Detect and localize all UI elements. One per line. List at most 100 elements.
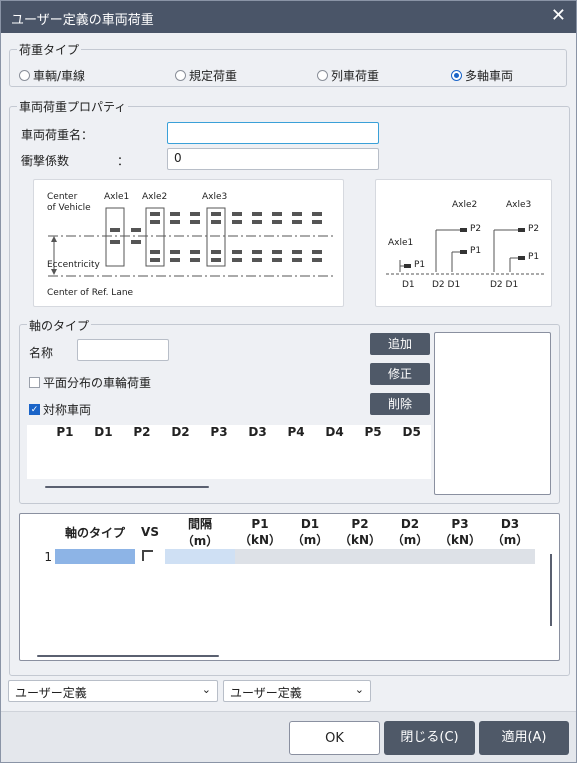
vehicle-plan-diagram: Center of Vehicle Axle1 Axle2 Axle3 Ecce… bbox=[33, 179, 344, 307]
chevron-down-icon: ⌄ bbox=[354, 683, 364, 696]
radio-train-load[interactable]: 列車荷重 bbox=[317, 67, 379, 84]
checkbox-box-checked: ✓ bbox=[29, 404, 40, 415]
axle-type-legend: 軸のタイプ bbox=[27, 317, 92, 334]
radio-label: 列車荷重 bbox=[331, 69, 380, 83]
vehicle-name-input[interactable] bbox=[167, 122, 379, 144]
modify-button[interactable]: 修正 bbox=[370, 363, 430, 385]
checkbox-box bbox=[29, 377, 40, 388]
axle-name-input[interactable] bbox=[77, 339, 169, 361]
axle1-label: Axle1 bbox=[104, 192, 130, 202]
col-d2: D2 （m） bbox=[391, 516, 429, 547]
axle3-label-right: Axle3 bbox=[506, 200, 532, 210]
axle-elevation-diagram: Axle1 Axle2 Axle3 P1 P2 P1 P2 P1 D1 D2 D… bbox=[375, 179, 552, 307]
unit-select-2[interactable]: ユーザー定義 ⌄ bbox=[223, 680, 371, 702]
col-header: P3 bbox=[210, 425, 228, 439]
vs-checkbox[interactable] bbox=[142, 550, 153, 561]
center-of-lane-label: Center of Ref. Lane bbox=[47, 288, 134, 298]
delete-button[interactable]: 削除 bbox=[370, 393, 430, 415]
axle2-label: Axle2 bbox=[142, 192, 168, 202]
p2-label-b: P2 bbox=[470, 224, 482, 234]
axle1-label-right: Axle1 bbox=[388, 238, 414, 248]
select-value: ユーザー定義 bbox=[230, 686, 302, 700]
radio-dot bbox=[19, 70, 30, 81]
grid-corner bbox=[21, 515, 55, 549]
col-d3: D3 （m） bbox=[491, 516, 529, 547]
checkbox-label: 平面分布の車輪荷重 bbox=[43, 376, 152, 390]
close-button[interactable]: 閉じる(C) bbox=[384, 721, 475, 755]
radio-dot bbox=[175, 70, 186, 81]
radio-standard-load[interactable]: 規定荷重 bbox=[175, 67, 237, 84]
col-header: D1 bbox=[94, 425, 113, 439]
grid-cell-spacing[interactable] bbox=[165, 549, 235, 564]
unit-select-1[interactable]: ユーザー定義 ⌄ bbox=[8, 680, 218, 702]
col-header: P1 bbox=[56, 425, 74, 439]
chevron-down-icon: ⌄ bbox=[201, 683, 211, 696]
plane-distribution-checkbox[interactable]: 平面分布の車輪荷重 bbox=[29, 374, 151, 391]
col-header: P4 bbox=[287, 425, 305, 439]
axle-type-list[interactable] bbox=[434, 332, 551, 495]
apply-button[interactable]: 適用(A) bbox=[479, 721, 569, 755]
col-vs: VS bbox=[141, 525, 159, 539]
ok-button[interactable]: OK bbox=[289, 721, 380, 755]
load-type-legend: 荷重タイプ bbox=[17, 41, 82, 58]
grid-cell[interactable] bbox=[485, 549, 535, 564]
main-grid-vscroll[interactable] bbox=[550, 554, 552, 626]
col-p3: P3 （kN） bbox=[438, 516, 482, 547]
axle-grid-scrollbar[interactable] bbox=[45, 486, 209, 488]
checkbox-label: 対称車両 bbox=[43, 403, 92, 417]
window-title: ユーザー定義の車両荷重 bbox=[11, 13, 154, 28]
p1-label-a: P1 bbox=[414, 260, 426, 270]
grid-cell[interactable] bbox=[285, 549, 335, 564]
main-grid-header: 軸のタイプ VS 間隔 （m） P1 （kN） D1 （m） P2 （kN） D2 （m）… bbox=[21, 515, 535, 549]
col-header: D2 bbox=[171, 425, 190, 439]
grid-corner bbox=[27, 425, 46, 439]
grid-cell-vs[interactable] bbox=[135, 549, 165, 564]
eccentricity-label: Eccentricity bbox=[47, 260, 100, 270]
close-icon[interactable]: ✕ bbox=[551, 6, 566, 26]
impact-factor-label: 衝撃係数 bbox=[21, 154, 70, 168]
radio-label: 多軸車両 bbox=[465, 69, 514, 83]
axle-load-grid[interactable]: P1 D1 P2 D2 P3 D3 P4 D4 P5 D5 bbox=[27, 425, 431, 439]
grid-cell[interactable] bbox=[235, 549, 285, 564]
col-p2: P2 （kN） bbox=[338, 516, 382, 547]
grid-cell-axle-type[interactable] bbox=[55, 549, 135, 564]
grid-cell[interactable] bbox=[385, 549, 435, 564]
col-header: D5 bbox=[402, 425, 421, 439]
radio-label: 車輌/車線 bbox=[33, 69, 86, 83]
row-number: 1 bbox=[44, 549, 52, 564]
radio-multi-axle[interactable]: 多軸車両 bbox=[451, 67, 513, 84]
vehicle-axle-grid[interactable]: 軸のタイプ VS 間隔 （m） P1 （kN） D1 （m） P2 （kN） D2 （m）… bbox=[21, 515, 535, 564]
col-d1: D1 （m） bbox=[291, 516, 329, 547]
d2-d1-label-b: D2 D1 bbox=[490, 280, 519, 290]
dialog-window: ユーザー定義の車両荷重 ✕ 荷重タイプ 車輌/車線 規定荷重 列車荷重 多軸車両… bbox=[0, 0, 577, 763]
axle2-label-right: Axle2 bbox=[452, 200, 478, 210]
d1-label: D1 bbox=[402, 280, 415, 290]
grid-cell[interactable] bbox=[335, 549, 385, 564]
p1-label-c: P1 bbox=[528, 252, 540, 262]
axle-grid-header: P1 D1 P2 D2 P3 D3 P4 D4 P5 D5 bbox=[27, 425, 431, 439]
main-grid-hscroll[interactable] bbox=[37, 655, 219, 657]
add-button[interactable]: 追加 bbox=[370, 333, 430, 355]
vehicle-props-legend: 車両荷重プロパティ bbox=[17, 98, 129, 115]
col-axle-type: 軸のタイプ bbox=[64, 525, 125, 540]
axle-name-label: 名称 bbox=[29, 346, 54, 360]
p1-label-b: P1 bbox=[470, 246, 482, 256]
col-header: D4 bbox=[325, 425, 344, 439]
radio-vehicle-lane[interactable]: 車輌/車線 bbox=[19, 67, 85, 84]
p2-label-c: P2 bbox=[528, 224, 540, 234]
col-spacing: 間隔 （m） bbox=[181, 517, 219, 548]
col-header: D3 bbox=[248, 425, 267, 439]
vehicle-name-label: 車両荷重名： bbox=[21, 128, 94, 142]
axle-grid-container: P1 D1 P2 D2 P3 D3 P4 D4 P5 D5 bbox=[27, 425, 431, 479]
grid-cell[interactable] bbox=[435, 549, 485, 564]
symmetric-vehicle-checkbox[interactable]: ✓ 対称車両 bbox=[29, 401, 91, 418]
d2-d1-label-a: D2 D1 bbox=[432, 280, 461, 290]
main-grid-row[interactable]: 1 bbox=[21, 549, 535, 564]
center-of-vehicle-label-2: of Vehicle bbox=[47, 203, 91, 213]
main-grid-container: 軸のタイプ VS 間隔 （m） P1 （kN） D1 （m） P2 （kN） D2 （m）… bbox=[19, 513, 560, 661]
col-header: P5 bbox=[364, 425, 382, 439]
impact-factor-colon: ： bbox=[117, 154, 130, 168]
impact-factor-input[interactable]: 0 bbox=[167, 148, 379, 170]
select-value: ユーザー定義 bbox=[15, 686, 87, 700]
radio-dot bbox=[317, 70, 328, 81]
